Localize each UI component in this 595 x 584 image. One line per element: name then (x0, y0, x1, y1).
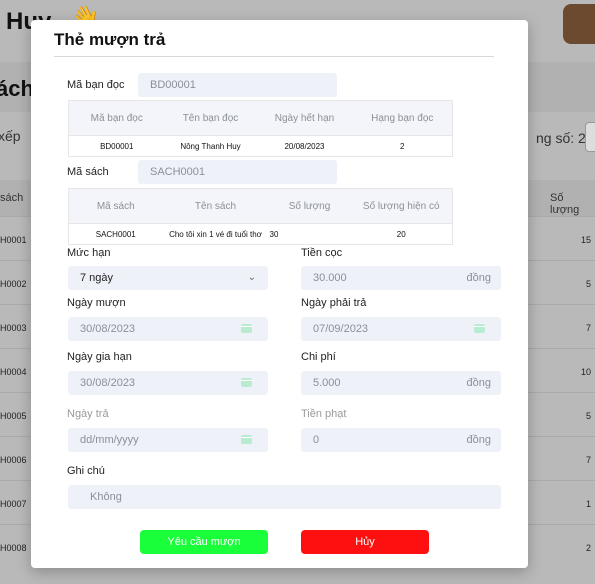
row-qty: 7 (585, 323, 591, 333)
row-qty: 10 (580, 367, 591, 377)
book-col-available: Số lượng hiện có (350, 188, 453, 224)
row-qty: 5 (585, 279, 591, 289)
due-date-value: 07/09/2023 (313, 323, 369, 335)
row-qty: 1 (585, 499, 591, 509)
fee-field[interactable]: 5.000 đồng (301, 371, 501, 395)
note-value: Không (90, 491, 122, 503)
reader-col-rank: Hạng bạn đọc (352, 100, 453, 136)
row-qty: 7 (585, 455, 591, 465)
extend-date-field[interactable]: 30/08/2023 (68, 371, 268, 395)
limit-value: 7 ngày (80, 272, 114, 284)
due-date-label: Ngày phải trả (301, 297, 367, 309)
fee-value: 5.000 (313, 377, 341, 389)
title-divider (54, 56, 494, 57)
fee-label: Chi phí (301, 351, 336, 363)
book-id-input[interactable]: SACH0001 (138, 160, 337, 184)
deposit-field[interactable]: 30.000 đồng (301, 266, 501, 290)
calendar-icon[interactable] (241, 324, 252, 333)
book-col-qty: Số lượng (268, 188, 351, 224)
book-cell-available: 20 (350, 223, 453, 245)
page-heading: ách (0, 76, 34, 101)
penalty-value: 0 (313, 434, 320, 446)
row-qty: 2 (585, 543, 591, 553)
row-qty: 5 (585, 411, 591, 421)
row-code: H0008 (0, 543, 27, 553)
borrow-date-field[interactable]: 30/08/2023 (68, 317, 268, 341)
deposit-unit: đồng (466, 272, 491, 284)
row-code: H0004 (0, 367, 27, 377)
book-id-label: Mã sách (67, 166, 109, 178)
book-cell-qty: 30 (268, 223, 351, 245)
loan-card-modal: Thẻ mượn trả Mã bạn đọc BD00001 Mã bạn đ… (31, 20, 528, 568)
extend-date-label: Ngày gia hạn (67, 351, 132, 363)
calendar-icon[interactable] (241, 435, 252, 444)
reader-id-label: Mã bạn đọc (67, 79, 125, 91)
row-code: H0001 (0, 235, 27, 245)
book-cell-title: Cho tôi xin 1 vé đi tuổi thơ (162, 223, 269, 245)
reader-cell-name: Nông Thanh Huy (164, 135, 257, 157)
borrow-date-value: 30/08/2023 (80, 323, 136, 335)
reader-id-input[interactable]: BD00001 (138, 73, 337, 97)
avatar[interactable] (563, 4, 595, 44)
row-code: H0007 (0, 499, 27, 509)
reader-id-value: BD00001 (150, 79, 196, 91)
calendar-icon[interactable] (241, 378, 252, 387)
row-code: H0005 (0, 411, 27, 421)
row-code: H0006 (0, 455, 27, 465)
due-date-field[interactable]: 07/09/2023 (301, 317, 501, 341)
note-label: Ghi chú (67, 465, 105, 477)
deposit-label: Tiền cọc (301, 247, 343, 259)
table-row[interactable]: SACH0001 Cho tôi xin 1 vé đi tuổi thơ 30… (68, 223, 453, 245)
column-header-qty: Số lượng (550, 192, 580, 216)
penalty-unit: đồng (466, 434, 491, 446)
reader-cell-rank: 2 (352, 135, 453, 157)
return-date-placeholder: dd/mm/yyyy (80, 434, 139, 446)
book-col-id: Mã sách (68, 188, 163, 224)
reader-col-name: Tên bạn đọc (164, 100, 257, 136)
book-table: Mã sách Tên sách Số lượng Số lượng hiện … (68, 188, 453, 245)
row-code: H0003 (0, 323, 27, 333)
note-field[interactable]: Không (68, 485, 501, 509)
return-date-label: Ngày trả (67, 408, 109, 420)
modal-title: Thẻ mượn trả (54, 30, 166, 49)
calendar-icon[interactable] (474, 324, 485, 333)
penalty-label: Tiền phạt (301, 408, 347, 420)
reader-cell-expiry: 20/08/2023 (256, 135, 353, 157)
deposit-value: 30.000 (313, 272, 347, 284)
table-row[interactable]: BD00001 Nông Thanh Huy 20/08/2023 2 (68, 135, 453, 157)
request-borrow-button[interactable]: Yêu cầu mượn (140, 530, 268, 554)
reader-col-expiry: Ngày hết hạn (256, 100, 353, 136)
reader-col-id: Mã bạn đọc (68, 100, 165, 136)
column-header-book: sách (0, 192, 24, 204)
limit-select[interactable]: 7 ngày ⌄ (68, 266, 268, 290)
penalty-field[interactable]: 0 đồng (301, 428, 501, 452)
row-code: H0002 (0, 279, 27, 289)
extend-date-value: 30/08/2023 (80, 377, 136, 389)
reader-table: Mã bạn đọc Tên bạn đọc Ngày hết hạn Hạng… (68, 100, 453, 157)
book-cell-id: SACH0001 (68, 223, 163, 245)
reader-cell-id: BD00001 (68, 135, 165, 157)
book-id-value: SACH0001 (150, 166, 206, 178)
sort-label[interactable]: xếp (0, 128, 21, 144)
fee-unit: đồng (466, 377, 491, 389)
limit-label: Mức hạn (67, 247, 111, 259)
book-col-title: Tên sách (162, 188, 269, 224)
chevron-down-icon: ⌄ (247, 272, 256, 283)
count-select[interactable] (585, 122, 595, 152)
row-qty: 15 (580, 235, 591, 245)
return-date-field[interactable]: dd/mm/yyyy (68, 428, 268, 452)
borrow-date-label: Ngày mượn (67, 297, 126, 309)
cancel-button[interactable]: Hủy (301, 530, 429, 554)
